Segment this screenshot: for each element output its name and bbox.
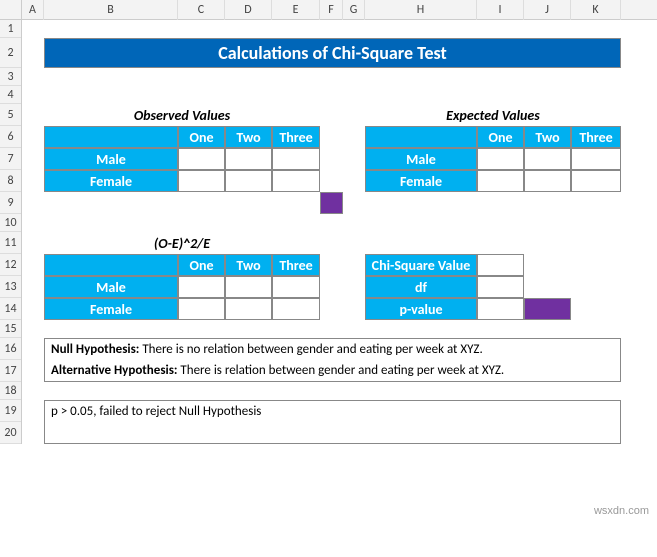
observed-col-three[interactable]: Three (272, 126, 320, 148)
sheet-corner[interactable] (0, 0, 22, 20)
observed-male-one[interactable] (178, 148, 225, 170)
row-3[interactable]: 3 (0, 68, 21, 86)
row-17[interactable]: 17 (0, 360, 21, 382)
oe-female-one[interactable] (178, 298, 225, 320)
expected-female-one[interactable] (477, 170, 524, 192)
page-title: Calculations of Chi-Square Test (44, 38, 621, 68)
row-13[interactable]: 13 (0, 276, 21, 298)
observed-female-one[interactable] (178, 170, 225, 192)
alt-hypothesis-text: There is relation between gender and eat… (177, 363, 504, 378)
row-headers: 1 2 3 4 5 6 7 8 9 10 11 12 13 14 15 16 1… (0, 20, 22, 444)
pvalue-label[interactable]: p-value (365, 298, 477, 320)
oe-row-male[interactable]: Male (44, 276, 178, 298)
col-overflow (621, 0, 657, 20)
highlight-cell-j14[interactable] (524, 298, 571, 320)
observed-col-two[interactable]: Two (225, 126, 272, 148)
col-H[interactable]: H (365, 0, 477, 20)
row-14[interactable]: 14 (0, 298, 21, 320)
conclusion-row[interactable]: p > 0.05, failed to reject Null Hypothes… (44, 400, 621, 422)
observed-col-one[interactable]: One (178, 126, 225, 148)
row-12[interactable]: 12 (0, 254, 21, 276)
row-18[interactable]: 18 (0, 382, 21, 400)
expected-corner[interactable] (365, 126, 477, 148)
worksheet-grid: Calculations of Chi-Square Test Observed… (22, 20, 621, 444)
oe-col-two[interactable]: Two (225, 254, 272, 276)
expected-female-three[interactable] (571, 170, 621, 192)
row-9[interactable]: 9 (0, 192, 21, 214)
watermark: wsxdn.com (594, 505, 649, 517)
col-E[interactable]: E (272, 0, 320, 20)
row-20[interactable]: 20 (0, 422, 21, 444)
null-hypothesis-text: There is no relation between gender and … (139, 342, 482, 357)
expected-female-two[interactable] (524, 170, 571, 192)
oe-female-two[interactable] (225, 298, 272, 320)
row-15[interactable]: 15 (0, 320, 21, 338)
expected-male-one[interactable] (477, 148, 524, 170)
col-I[interactable]: I (477, 0, 524, 20)
expected-values-title: Expected Values (365, 104, 621, 126)
col-B[interactable]: B (44, 0, 178, 20)
oe-squared-title: (O-E)^2/E (44, 232, 320, 254)
expected-col-three[interactable]: Three (571, 126, 621, 148)
row-16[interactable]: 16 (0, 338, 21, 360)
oe-corner[interactable] (44, 254, 178, 276)
expected-row-male[interactable]: Male (365, 148, 477, 170)
col-J[interactable]: J (524, 0, 571, 20)
conclusion-row-2[interactable] (44, 422, 621, 444)
row-11[interactable]: 11 (0, 232, 21, 254)
observed-female-two[interactable] (225, 170, 272, 192)
oe-male-two[interactable] (225, 276, 272, 298)
df-label[interactable]: df (365, 276, 477, 298)
expected-col-two[interactable]: Two (524, 126, 571, 148)
col-C[interactable]: C (178, 0, 225, 20)
row-8[interactable]: 8 (0, 170, 21, 192)
oe-male-three[interactable] (272, 276, 320, 298)
chisq-label[interactable]: Chi-Square Value (365, 254, 477, 276)
chisq-value[interactable] (477, 254, 524, 276)
row-7[interactable]: 7 (0, 148, 21, 170)
oe-col-one[interactable]: One (178, 254, 225, 276)
conclusion-text: p > 0.05, failed to reject Null Hypothes… (51, 404, 261, 419)
observed-row-male[interactable]: Male (44, 148, 178, 170)
observed-male-three[interactable] (272, 148, 320, 170)
row-2[interactable]: 2 (0, 38, 21, 68)
null-hypothesis-label: Null Hypothesis: (51, 342, 139, 357)
row-6[interactable]: 6 (0, 126, 21, 148)
column-headers: A B C D E F G H I J K (22, 0, 657, 20)
observed-corner[interactable] (44, 126, 178, 148)
expected-col-one[interactable]: One (477, 126, 524, 148)
col-F[interactable]: F (320, 0, 343, 20)
col-D[interactable]: D (225, 0, 272, 20)
alt-hypothesis-row[interactable]: Alternative Hypothesis: There is relatio… (44, 360, 621, 382)
row-5[interactable]: 5 (0, 104, 21, 126)
expected-male-three[interactable] (571, 148, 621, 170)
highlight-cell-f9[interactable] (320, 192, 343, 214)
observed-male-two[interactable] (225, 148, 272, 170)
observed-values-title: Observed Values (44, 104, 320, 126)
row-19[interactable]: 19 (0, 400, 21, 422)
observed-row-female[interactable]: Female (44, 170, 178, 192)
row-1[interactable]: 1 (0, 20, 21, 38)
oe-col-three[interactable]: Three (272, 254, 320, 276)
col-G[interactable]: G (343, 0, 365, 20)
pvalue-value[interactable] (477, 298, 524, 320)
oe-male-one[interactable] (178, 276, 225, 298)
expected-row-female[interactable]: Female (365, 170, 477, 192)
oe-row-female[interactable]: Female (44, 298, 178, 320)
col-K[interactable]: K (571, 0, 621, 20)
row-10[interactable]: 10 (0, 214, 21, 232)
row-4[interactable]: 4 (0, 86, 21, 104)
oe-female-three[interactable] (272, 298, 320, 320)
df-value[interactable] (477, 276, 524, 298)
col-A[interactable]: A (22, 0, 44, 20)
alt-hypothesis-label: Alternative Hypothesis: (51, 363, 177, 378)
observed-female-three[interactable] (272, 170, 320, 192)
expected-male-two[interactable] (524, 148, 571, 170)
null-hypothesis-row[interactable]: Null Hypothesis: There is no relation be… (44, 338, 621, 360)
